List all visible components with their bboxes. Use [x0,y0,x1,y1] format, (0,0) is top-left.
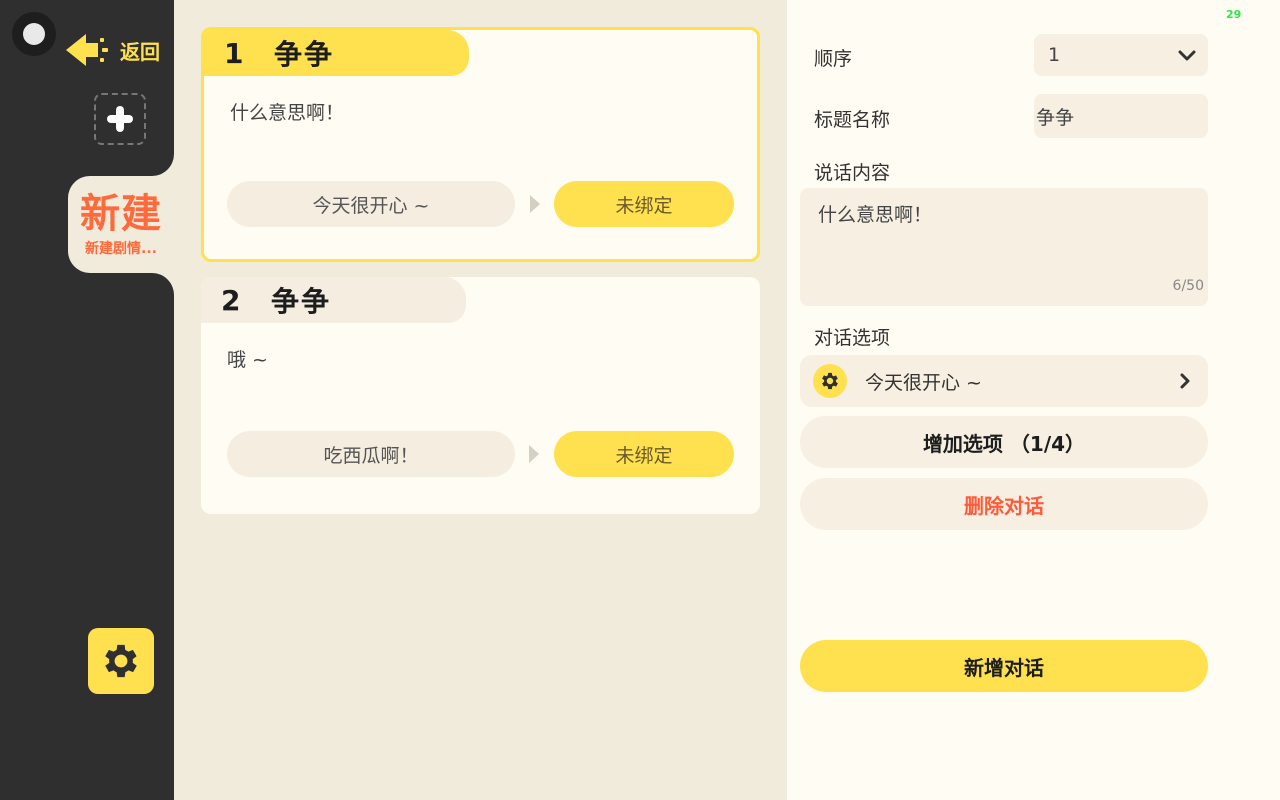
delete-dialog-button[interactable]: 删除对话 [800,478,1208,530]
content-textarea[interactable]: 什么意思啊！ 6/50 [800,188,1208,306]
plus-icon [107,106,133,132]
new-dialog-button[interactable]: 新增对话 [800,640,1208,692]
content-label: 说话内容 [814,162,891,184]
dialog-card-2[interactable]: 2 争争 哦 ~ 吃西瓜啊！ 未绑定 [201,277,760,514]
back-arrow-icon [66,34,108,66]
content-textarea-value: 什么意思啊！ [818,204,933,226]
title-input[interactable]: 争争 [1034,94,1208,138]
order-label: 顺序 [814,48,853,70]
fps-counter: 29 [1226,8,1242,21]
dialog-option-pill[interactable]: 吃西瓜啊！ [227,431,515,477]
order-select[interactable]: 1 [1034,34,1208,76]
story-tab-subtitle: 新建剧情... [85,240,157,257]
dialog-card-header: 2 争争 [201,277,466,323]
binding-status-button[interactable]: 未绑定 [554,181,734,227]
gear-icon [105,644,137,678]
dialog-card-header: 1 争争 [204,30,469,76]
dialog-card-1[interactable]: 1 争争 什么意思啊！ 今天很开心 ~ 未绑定 [201,27,760,262]
story-tab-title: 新建 [80,190,162,237]
story-tab-new[interactable]: 新建 新建剧情... [68,176,174,273]
add-option-button[interactable]: 增加选项 （1/4） [800,416,1208,468]
chevron-down-icon [1178,50,1196,61]
dialog-speaker-name: 争争 [274,38,335,71]
back-label: 返回 [120,39,160,64]
options-label: 对话选项 [814,327,891,349]
dialog-index: 2 [221,283,241,317]
dialog-option-row[interactable]: 今天很开心 ~ [800,355,1208,407]
arrow-right-icon [530,195,540,213]
sidebar: 返回 新建 新建剧情... [0,0,174,800]
back-button[interactable]: 返回 [64,30,168,70]
gear-icon [822,372,838,390]
arrow-right-icon [529,445,539,463]
dialog-speaker-name: 争争 [271,285,332,318]
dialog-option-pill[interactable]: 今天很开心 ~ [227,181,515,227]
chevron-right-icon [1180,373,1190,389]
settings-button[interactable] [88,628,154,694]
binding-status-button[interactable]: 未绑定 [554,431,734,477]
dialog-text: 哦 ~ [227,349,268,371]
dialog-index: 1 [224,36,244,70]
dialog-text: 什么意思啊！ [230,102,345,124]
character-counter: 6/50 [1172,278,1204,294]
order-select-value: 1 [1048,44,1061,66]
title-input-value: 争争 [1036,106,1075,129]
add-story-button[interactable] [94,93,146,145]
title-label: 标题名称 [814,109,891,131]
dialog-option-text: 今天很开心 ~ [865,371,982,394]
option-settings-icon[interactable] [813,364,847,398]
record-indicator-icon[interactable] [12,12,56,56]
